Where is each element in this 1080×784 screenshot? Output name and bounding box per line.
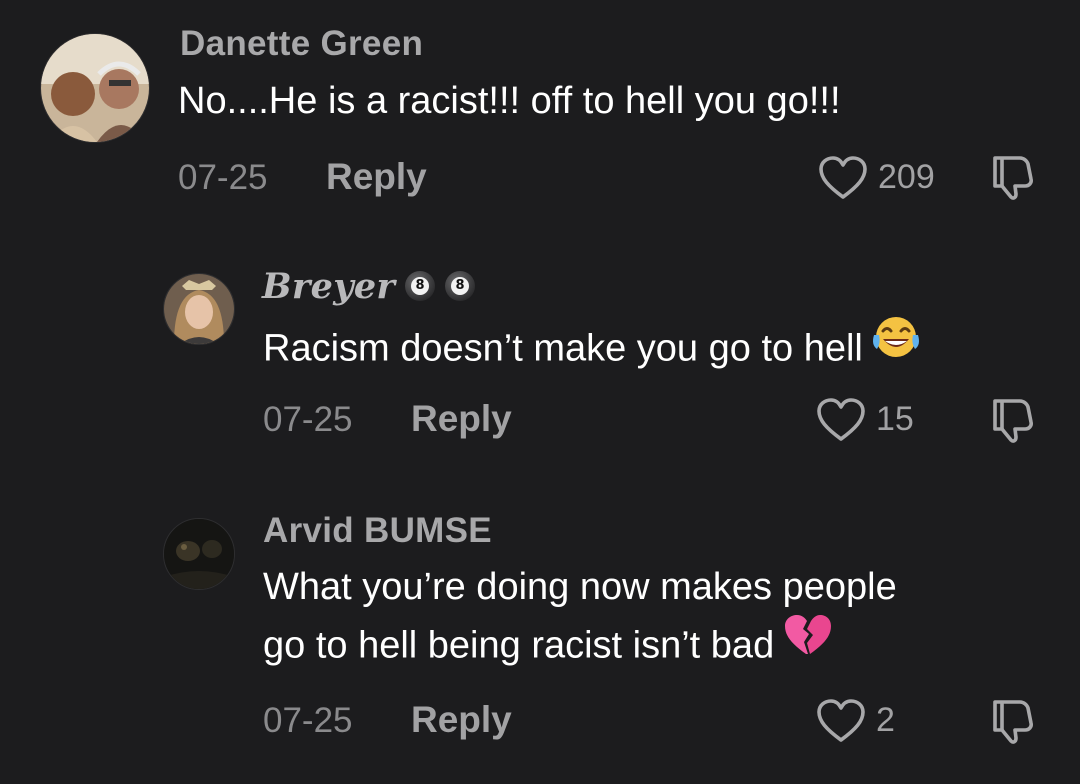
avatar[interactable] [163, 518, 235, 590]
comment-item: Arvid BUMSE What you’re doing now makes … [0, 0, 1080, 784]
broken-heart-emoji [782, 612, 834, 675]
like-count: 2 [876, 701, 895, 739]
comment-date: 07-25 [263, 701, 353, 740]
user-photo-icon [164, 519, 234, 589]
comment-text-content: go to hell being racist isn’t bad [263, 624, 775, 667]
heart-icon[interactable] [816, 698, 866, 744]
reply-button[interactable]: Reply [411, 699, 512, 741]
comment-text-line-2: go to hell being racist isn’t bad [263, 615, 834, 679]
comment-username[interactable]: Arvid BUMSE [263, 511, 492, 551]
dislike-icon[interactable] [990, 696, 1036, 746]
comment-text-line-1: What you’re doing now makes people [263, 566, 897, 608]
